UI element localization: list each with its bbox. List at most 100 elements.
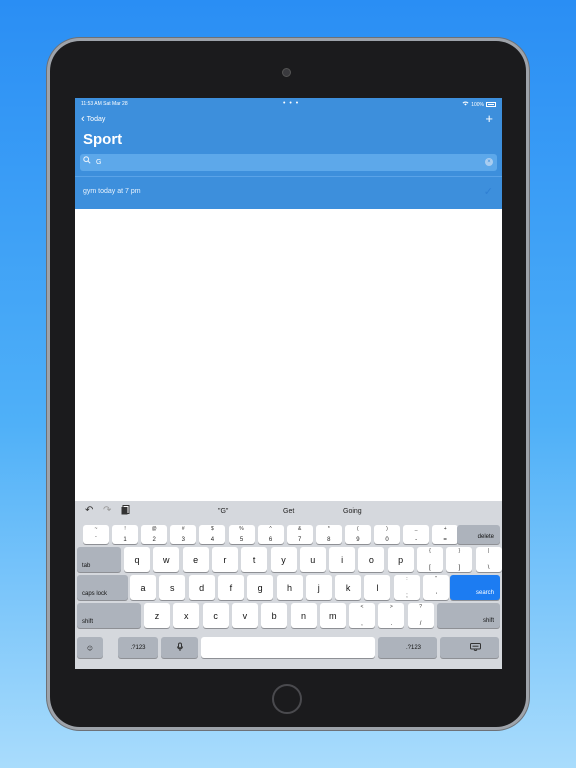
key-label: j — [317, 582, 320, 593]
key-q[interactable]: q — [124, 547, 150, 572]
key-h[interactable]: h — [276, 575, 303, 600]
key-p[interactable]: p — [387, 547, 414, 572]
key-f[interactable]: f — [217, 575, 244, 600]
key-e[interactable]: e — [182, 547, 209, 572]
space-bar[interactable] — [201, 637, 375, 658]
shift-key-left[interactable]: shift — [77, 603, 141, 628]
key-s[interactable]: s — [159, 575, 186, 600]
numbers-key-right[interactable]: .?123 — [378, 637, 437, 658]
key-b[interactable]: b — [261, 603, 288, 628]
home-button[interactable] — [272, 684, 302, 714]
key-sym-1[interactable]: " ' — [423, 575, 450, 600]
list-item[interactable]: gym today at 7 pm ✓ — [75, 176, 502, 209]
numbers-key-left[interactable]: .?123 — [118, 637, 158, 658]
key-label: i — [341, 554, 344, 565]
key-d[interactable]: d — [188, 575, 215, 600]
key-bottom-label: , — [361, 621, 363, 627]
key-label: z — [154, 610, 160, 621]
key-a[interactable]: a — [130, 575, 156, 600]
key-n[interactable]: n — [290, 603, 317, 628]
clear-icon[interactable]: × — [485, 158, 493, 166]
key-label: t — [252, 554, 256, 565]
key-.[interactable]: >. — [378, 603, 405, 628]
key-8[interactable]: * 8 — [315, 525, 342, 544]
key-bottom-label: 0 — [385, 537, 389, 543]
suggestion-1[interactable]: "G" — [218, 508, 228, 515]
key-1[interactable]: ! 1 — [112, 525, 139, 544]
status-right: 100% — [462, 101, 496, 108]
key-,[interactable]: <, — [349, 603, 375, 628]
undo-icon[interactable]: ↶ — [85, 505, 93, 516]
redo-icon[interactable]: ↷ — [103, 505, 111, 516]
search-key-label: search — [475, 590, 494, 596]
key-w[interactable]: w — [153, 547, 180, 572]
key-v[interactable]: v — [231, 603, 258, 628]
key-0[interactable]: ) 0 — [374, 525, 400, 544]
key-2[interactable]: @2 — [141, 525, 168, 544]
key-/[interactable]: ? / — [407, 603, 434, 628]
caps-lock-label: caps lock — [82, 591, 108, 597]
key-top-label: * — [327, 526, 330, 532]
key-=[interactable]: + = — [432, 525, 459, 544]
key-u[interactable]: u — [299, 547, 326, 572]
key-3[interactable]: #3 — [170, 525, 197, 544]
key-l[interactable]: l — [364, 575, 391, 600]
key-9[interactable]: (9 — [344, 525, 371, 544]
key-label: o — [368, 554, 374, 565]
key-k[interactable]: k — [335, 575, 362, 600]
key-g[interactable]: g — [247, 575, 274, 600]
key-label: w — [163, 554, 170, 565]
key-o[interactable]: o — [358, 547, 385, 572]
key-z[interactable]: z — [144, 603, 170, 628]
key-r[interactable]: r — [211, 547, 238, 572]
key-top-label: ! — [124, 526, 126, 532]
key-label: f — [229, 582, 233, 593]
caps-lock-key[interactable]: caps lock — [77, 575, 128, 600]
key-7[interactable]: & 7 — [286, 525, 313, 544]
key-top-label: < — [360, 604, 364, 610]
paste-icon[interactable] — [121, 505, 130, 518]
key-6[interactable]: ^ 6 — [257, 525, 284, 544]
search-key[interactable]: search — [450, 575, 500, 600]
shift-key-right[interactable]: shift — [437, 603, 500, 628]
tab-key[interactable]: tab — [77, 547, 121, 572]
key--[interactable]: _ - — [403, 525, 430, 544]
multitask-dots[interactable]: • • • — [283, 100, 299, 107]
search-bar[interactable]: × — [80, 154, 497, 171]
key-t[interactable]: t — [241, 547, 268, 572]
key-`[interactable]: ~ ` — [83, 525, 109, 544]
key-top-label: ^ — [269, 526, 272, 532]
key-x[interactable]: x — [173, 603, 200, 628]
key-4[interactable]: $4 — [199, 525, 226, 544]
dictation-key[interactable] — [161, 637, 198, 658]
numbers-key-label: .?123 — [130, 644, 146, 651]
plus-icon[interactable]: + — [485, 111, 493, 126]
delete-key[interactable]: delete — [457, 525, 500, 544]
key-bottom-label: [ — [429, 565, 431, 571]
battery-icon — [486, 102, 496, 107]
search-input[interactable] — [96, 156, 476, 169]
keyboard-hide-key[interactable] — [440, 637, 499, 658]
key-c[interactable]: c — [202, 603, 229, 628]
key-[[interactable]: {[ — [417, 547, 443, 572]
key-bottom-label: ' — [435, 593, 437, 599]
back-button[interactable]: ‹ Today — [81, 114, 105, 125]
key-5[interactable]: % 5 — [228, 525, 255, 544]
key-m[interactable]: m — [319, 603, 346, 628]
key-bottom-label: 3 — [181, 537, 185, 543]
suggestion-3[interactable]: Going — [343, 508, 362, 515]
key-j[interactable]: j — [305, 575, 332, 600]
key-sym-0[interactable]: :; — [394, 575, 420, 600]
status-date: Sat Mar 28 — [103, 101, 128, 107]
emoji-key[interactable]: ☺ — [77, 637, 103, 658]
suggestion-2[interactable]: Get — [283, 508, 294, 515]
key-][interactable]: }] — [446, 547, 473, 572]
key-top-label: ? — [419, 604, 422, 610]
key-top-label: @ — [151, 526, 157, 532]
key-bottom-label: 9 — [356, 537, 360, 543]
key-i[interactable]: i — [329, 547, 356, 572]
key-y[interactable]: y — [270, 547, 297, 572]
tab-key-label: tab — [82, 563, 91, 569]
emoji-icon: ☺ — [85, 643, 95, 652]
key-\[interactable]: | \ — [475, 547, 502, 572]
